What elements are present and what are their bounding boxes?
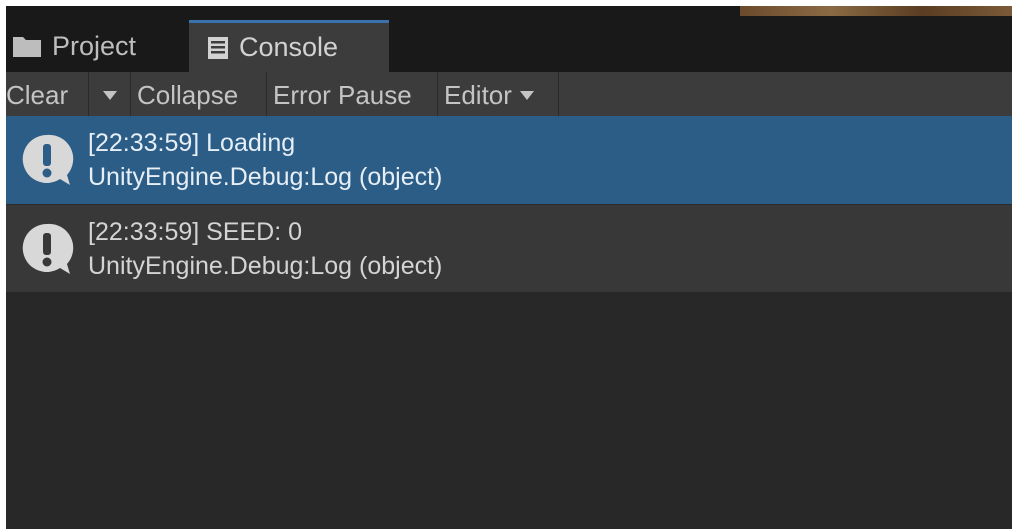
- chevron-down-icon: [519, 90, 534, 100]
- log-stacktrace: UnityEngine.Debug:Log (object): [88, 163, 443, 191]
- error-pause-label: Error Pause: [273, 79, 412, 110]
- editor-dropdown[interactable]: Editor: [438, 72, 559, 118]
- clear-button-label: Clear: [6, 79, 69, 110]
- console-toolbar: Clear Collapse Error Pause Editor: [6, 72, 1012, 119]
- clear-button[interactable]: Clear: [6, 72, 89, 118]
- folder-icon: [12, 34, 42, 58]
- collapse-toggle[interactable]: Collapse: [131, 72, 267, 118]
- toolbar-spacer: [559, 72, 1012, 118]
- top-strip: [6, 6, 1012, 20]
- tab-project[interactable]: Project: [6, 20, 186, 72]
- log-message: [22:33:59] SEED: 0: [88, 217, 303, 246]
- log-list[interactable]: [22:33:59] Loading UnityEngine.Debug:Log…: [6, 116, 1012, 529]
- log-entry[interactable]: [22:33:59] Loading UnityEngine.Debug:Log…: [6, 116, 1012, 204]
- tab-console[interactable]: Console: [189, 20, 389, 72]
- editor-label: Editor: [444, 79, 512, 110]
- error-pause-toggle[interactable]: Error Pause: [267, 72, 438, 118]
- log-stacktrace: UnityEngine.Debug:Log (object): [88, 251, 443, 280]
- background-image-strip: [740, 6, 1012, 16]
- chevron-down-icon: [102, 90, 117, 100]
- console-icon: [207, 36, 229, 60]
- log-message: [22:33:59] Loading: [88, 129, 296, 157]
- tab-bar: Project Console: [6, 20, 1012, 72]
- info-bubble-icon: [18, 131, 76, 189]
- collapse-label: Collapse: [137, 79, 239, 110]
- tab-console-label: Console: [239, 32, 339, 62]
- clear-options-dropdown[interactable]: [89, 72, 131, 118]
- console-window: Project Console Clear Collapse Error Pau…: [6, 6, 1012, 529]
- tab-project-label: Project: [52, 30, 137, 61]
- log-entry[interactable]: [22:33:59] SEED: 0 UnityEngine.Debug:Log…: [6, 204, 1012, 292]
- info-bubble-icon: [18, 220, 76, 278]
